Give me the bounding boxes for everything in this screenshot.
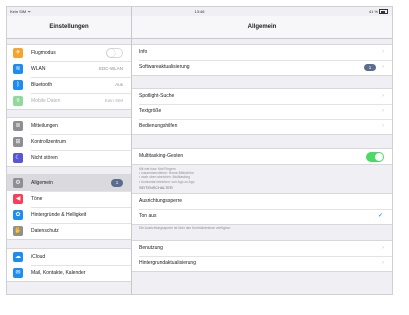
bluetooth-value: Aus [115,82,123,87]
row-accessibility[interactable]: Bedienungshilfen › [132,119,392,134]
multitasking-note: Mit vier bzw. fünf Fingern • zusammenzie… [139,167,194,184]
sidebar-item-label: Töne [31,196,43,202]
row-label: Benutzung [139,245,163,251]
sidebar-item-general[interactable]: ⚙ Allgemein 1 [7,175,131,191]
sidebar-item-label: Bluetooth [31,82,53,88]
row-text-size[interactable]: Textgröße › [132,104,392,119]
sidebar-item-wifi[interactable]: ≋ WLAN EDC-WLAN [7,61,131,77]
sidebar-item-notifications[interactable]: ≣ Mitteilungen [7,118,131,134]
speaker-icon: ◀ [13,194,23,204]
sidebar-item-label: Nicht stören [31,155,58,161]
sidebar-item-mail[interactable]: ✉ Mail, Kontakte, Kalender [7,265,131,281]
airplane-icon: ✈ [13,48,23,58]
row-label: Multitasking-Gesten [139,153,184,159]
clock: 13:46 [194,9,205,14]
wifi-network-value: EDC-WLAN [98,66,123,71]
page-title: Allgemein [132,16,392,39]
sidebar-item-label: Datenschutz [31,228,59,234]
sidebar-item-label: Allgemein [31,180,53,186]
note-line: • nach oben streichen: Multitasking [139,175,191,180]
sidebar-group-connectivity: ✈ Flugmodus ≋ WLAN EDC-WLAN ᛒ Bluetooth … [7,44,131,110]
row-label: Hintergrundaktualisierung [139,260,196,266]
notifications-icon: ≣ [13,121,23,131]
row-lock-rotation[interactable]: Ausrichtungssperre [132,194,392,209]
row-multitasking-gestures: Multitasking-Gesten [132,149,392,164]
mail-icon: ✉ [13,268,23,278]
main-group-info: Info › Softwareaktualisierung 1 › [132,44,392,76]
side-switch-note: Die Ausrichtungssperre ist über das Kont… [139,226,231,230]
row-usage[interactable]: Benutzung › [132,241,392,256]
cloud-icon: ☁ [13,252,23,262]
sidebar-group-general: ⚙ Allgemein 1 ◀ Töne ✿ Hintergründe & He… [7,174,131,240]
checkmark-icon: ✓ [377,213,383,219]
battery-percent: 41 % [368,9,378,14]
sidebar-item-label: Hintergründe & Helligkeit [31,212,87,218]
sidebar-item-mobile-data: ⌽ Mobile Daten Kein SIM [7,93,131,109]
chevron-right-icon: › [382,260,384,266]
main-group-side-switch: Ausrichtungssperre Ton aus ✓ [132,193,392,225]
chevron-right-icon: › [382,245,384,251]
chevron-right-icon: › [382,123,384,129]
sidebar-item-label: WLAN [31,66,46,72]
row-software-update[interactable]: Softwareaktualisierung 1 › [132,60,392,75]
battery-indicator: 41 % [368,9,388,15]
mobile-data-value: Kein SIM [104,98,123,103]
row-spotlight-search[interactable]: Spotlight-Suche › [132,89,392,104]
antenna-icon: ⌽ [13,96,23,106]
row-label: Ausrichtungssperre [139,198,183,204]
sidebar-item-label: Mobile Daten [31,98,61,104]
sidebar-group-accounts: ☁ iCloud ✉ Mail, Kontakte, Kalender [7,248,131,282]
settings-sidebar: Einstellungen ✈ Flugmodus ≋ WLAN EDC-WLA… [7,7,132,294]
airplane-mode-toggle[interactable] [106,48,123,58]
sidebar-item-label: Mail, Kontakte, Kalender [31,270,86,276]
row-label: Textgröße [139,108,162,114]
chevron-right-icon: › [382,49,384,55]
chevron-right-icon: › [382,64,384,70]
row-label: Ton aus [139,213,157,219]
update-badge: 1 [111,179,123,187]
row-label: Spotlight-Suche [139,93,175,99]
sidebar-item-bluetooth[interactable]: ᛒ Bluetooth Aus [7,77,131,93]
section-header-side-switch: SEITENSCHALTER [139,186,173,190]
sidebar-item-privacy[interactable]: ✋ Datenschutz [7,223,131,239]
sidebar-item-control-center[interactable]: ⊞ Kontrollzentrum [7,134,131,150]
main-group-multitasking: Multitasking-Gesten [132,148,392,165]
row-info[interactable]: Info › [132,45,392,60]
sidebar-title: Einstellungen [7,16,131,39]
note-line: • horizontal streichen: von App zu App [139,179,195,184]
sidebar-item-icloud[interactable]: ☁ iCloud [7,249,131,265]
sidebar-item-label: iCloud [31,254,46,260]
gear-icon: ⚙ [13,178,23,188]
row-label: Bedienungshilfen [139,123,178,129]
update-badge: 1 [364,64,376,71]
row-background-refresh[interactable]: Hintergrundaktualisierung › [132,256,392,271]
chevron-right-icon: › [382,108,384,114]
multitasking-toggle[interactable] [366,152,384,162]
hand-icon: ✋ [13,226,23,236]
battery-icon [379,9,388,15]
ipad-screen: Einstellungen ✈ Flugmodus ≋ WLAN EDC-WLA… [6,6,393,295]
row-mute[interactable]: Ton aus ✓ [132,209,392,224]
sidebar-item-label: Flugmodus [31,50,56,56]
sidebar-item-label: Mitteilungen [31,123,58,129]
sidebar-item-do-not-disturb[interactable]: ☾ Nicht stören [7,150,131,166]
sidebar-group-notifications: ≣ Mitteilungen ⊞ Kontrollzentrum ☾ Nicht… [7,117,131,167]
brightness-icon: ✿ [13,210,23,220]
sidebar-item-wallpaper-brightness[interactable]: ✿ Hintergründe & Helligkeit [7,207,131,223]
row-label: Softwareaktualisierung [139,64,190,70]
general-settings-pane: Allgemein Info › Softwareaktualisierung … [132,7,392,294]
sidebar-item-label: Kontrollzentrum [31,139,67,145]
bluetooth-icon: ᛒ [13,80,23,90]
sidebar-item-airplane-mode[interactable]: ✈ Flugmodus [7,45,131,61]
wifi-icon: ≋ [13,64,23,74]
control-center-icon: ⊞ [13,137,23,147]
main-group-accessibility: Spotlight-Suche › Textgröße › Bedienungs… [132,88,392,135]
row-label: Info [139,49,148,55]
main-group-usage: Benutzung › Hintergrundaktualisierung › [132,240,392,272]
status-bar: Kein SIM ᯤ 13:46 41 % [7,7,392,16]
moon-icon: ☾ [13,153,23,163]
chevron-right-icon: › [382,93,384,99]
sidebar-item-sounds[interactable]: ◀ Töne [7,191,131,207]
